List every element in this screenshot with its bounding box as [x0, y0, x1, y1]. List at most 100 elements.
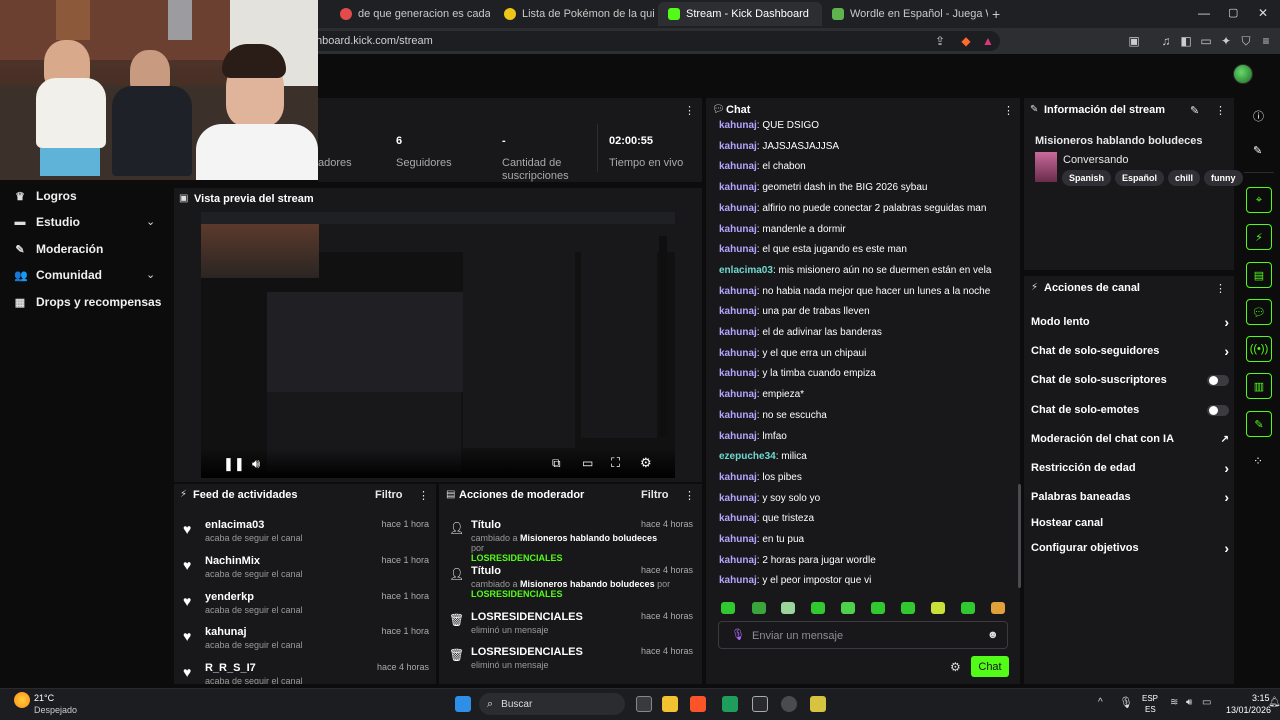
emoji-icon[interactable]: ☻	[987, 629, 999, 641]
category-name[interactable]: Conversando	[1063, 154, 1128, 166]
chat-username[interactable]: kahunaj	[719, 389, 757, 400]
edit-icon[interactable]: ✎	[1253, 144, 1262, 157]
follower-name[interactable]: enlacima03	[205, 519, 264, 531]
fullscreen-icon[interactable]: ⛶	[611, 455, 620, 471]
broadcast-icon[interactable]: ((•))	[1246, 336, 1272, 362]
document-icon[interactable]: ▤	[1246, 262, 1272, 288]
chat-icon[interactable]: 💬︎	[1246, 299, 1272, 325]
layout-icon[interactable]: ▥	[1246, 373, 1272, 399]
chat-username[interactable]: kahunaj	[719, 244, 757, 255]
settings-gear-icon[interactable]: ⚙	[640, 455, 652, 471]
battery-icon[interactable]: ▭	[1202, 697, 1211, 708]
chat-username[interactable]: kahunaj	[719, 493, 757, 504]
browser-tab[interactable]: Wordle en Español - Juega Wordle c	[822, 2, 988, 26]
edit-stream-icon[interactable]: ✎	[1190, 104, 1199, 117]
sidebar-item-drops[interactable]: ▦ Drops y recompensas	[14, 292, 162, 312]
brave-shield-icon[interactable]: ◆	[958, 33, 974, 49]
emote-icon[interactable]	[781, 602, 795, 614]
volume-tray-icon[interactable]: 🔊︎	[1186, 697, 1192, 708]
info-icon[interactable]: ⓘ	[1253, 108, 1264, 124]
reader-mode-icon[interactable]: ▣	[1126, 33, 1142, 49]
sidebar-item-moderacion[interactable]: ✎ Moderación	[14, 239, 103, 259]
chat-settings-icon[interactable]: ⚙	[950, 660, 961, 674]
leo-ai-icon[interactable]: ✦	[1218, 33, 1234, 49]
emote-icon[interactable]	[721, 602, 735, 614]
language-top[interactable]: ESP	[1142, 694, 1158, 703]
actor-name[interactable]: LOSRESIDENCIALES	[471, 553, 563, 563]
app-icon[interactable]	[810, 696, 826, 712]
close-window-icon[interactable]: ✕	[1258, 6, 1268, 20]
chat-username[interactable]: kahunaj	[719, 286, 757, 297]
chat-send-button[interactable]: Chat	[971, 656, 1009, 677]
activity-filter-button[interactable]: Filtro	[375, 489, 403, 501]
tag-badge[interactable]: funny	[1204, 170, 1243, 186]
app-icon[interactable]	[752, 696, 768, 712]
emote-icon[interactable]	[752, 602, 766, 614]
theater-mode-icon[interactable]: ▭	[582, 456, 593, 470]
chat-username[interactable]: kahunaj	[719, 368, 757, 379]
chat-username[interactable]: kahunaj	[719, 472, 757, 483]
sidebar-toggle-icon[interactable]: ◧	[1178, 33, 1194, 49]
mod-action-title[interactable]: LOSRESIDENCIALES	[471, 646, 583, 658]
chat-username[interactable]: kahunaj	[719, 327, 757, 338]
mod-action-title[interactable]: LOSRESIDENCIALES	[471, 611, 583, 623]
taskbar-search[interactable]: ⌕ Buscar	[479, 693, 625, 715]
chat-username[interactable]: kahunaj	[719, 555, 757, 566]
volume-icon[interactable]: 🔊︎	[252, 456, 260, 472]
windows-start-icon[interactable]	[455, 696, 471, 712]
url-field[interactable]: hboard.kick.com/stream	[300, 31, 1000, 51]
weather-icon[interactable]	[14, 692, 30, 708]
stream-info-more-icon[interactable]: ⋮	[1215, 104, 1226, 117]
user-avatar[interactable]	[1233, 64, 1253, 84]
category-thumbnail[interactable]	[1035, 152, 1057, 182]
channel-action-banned-words[interactable]: Palabras baneadas ›	[1031, 488, 1229, 506]
emote-icon[interactable]	[991, 602, 1005, 614]
tray-chevron-icon[interactable]: ^	[1098, 697, 1103, 708]
chat-username[interactable]: kahunaj	[719, 182, 757, 193]
tag-badge[interactable]: chill	[1168, 170, 1201, 186]
chat-username[interactable]: kahunaj	[719, 161, 757, 172]
chat-username[interactable]: kahunaj	[719, 513, 757, 524]
follower-name[interactable]: kahunaj	[205, 626, 247, 638]
app-icon[interactable]	[781, 696, 797, 712]
emote-icon[interactable]	[901, 602, 915, 614]
file-explorer-icon[interactable]	[662, 696, 678, 712]
emotes-only-toggle[interactable]	[1207, 404, 1229, 416]
channel-action-ai-moderation[interactable]: Moderación del chat con IA ↗	[1031, 430, 1229, 448]
media-icon[interactable]: ♫	[1158, 33, 1174, 49]
stream-preview-video[interactable]	[201, 212, 675, 478]
clip-icon[interactable]: ⌖	[1246, 187, 1272, 213]
emote-icon[interactable]	[871, 602, 885, 614]
chat-scrollbar[interactable]	[1018, 484, 1021, 588]
channel-action-host[interactable]: Hostear canal	[1031, 514, 1229, 532]
new-tab-button[interactable]: +	[992, 6, 1000, 22]
chat-username[interactable]: kahunaj	[719, 534, 757, 545]
chat-more-icon[interactable]: ⋮	[1003, 104, 1014, 117]
follower-name[interactable]: yenderkp	[205, 591, 254, 603]
activity-more-icon[interactable]: ⋮	[418, 489, 429, 502]
minimize-window-icon[interactable]: —	[1198, 6, 1210, 20]
channel-action-goals[interactable]: Configurar objetivos ›	[1031, 539, 1229, 557]
menu-icon[interactable]: ≡	[1258, 33, 1274, 49]
tag-badge[interactable]: Español	[1115, 170, 1165, 186]
wrench-icon[interactable]: ✎	[1246, 411, 1272, 437]
channel-action-followers-only[interactable]: Chat de solo-seguidores ›	[1031, 342, 1229, 360]
chevron-down-icon[interactable]: ⌄	[146, 215, 155, 228]
sidebar-item-logros[interactable]: ♛ Logros	[14, 186, 77, 206]
channel-action-slow-mode[interactable]: Modo lento ›	[1031, 313, 1229, 331]
chat-username[interactable]: kahunaj	[719, 306, 757, 317]
actor-name[interactable]: LOSRESIDENCIALES	[471, 589, 563, 599]
wifi-icon[interactable]: ≋	[1170, 697, 1178, 708]
channel-action-age-restriction[interactable]: Restricción de edad ›	[1031, 459, 1229, 477]
follower-name[interactable]: R_R_S_I7	[205, 662, 256, 674]
browser-tab[interactable]: de que generacion es cada evolucion	[330, 2, 490, 26]
app-icon[interactable]	[722, 696, 738, 712]
stats-more-icon[interactable]: ⋮	[684, 104, 695, 117]
emote-icon[interactable]	[841, 602, 855, 614]
emote-icon[interactable]	[811, 602, 825, 614]
vpn-icon[interactable]: ⛉	[1238, 33, 1254, 49]
lightning-icon[interactable]: ⚡︎	[1246, 224, 1272, 250]
emote-icon[interactable]	[961, 602, 975, 614]
chat-username[interactable]: kahunaj	[719, 431, 757, 442]
browser-tab[interactable]: Lista de Pokémon de la quinta gener	[494, 2, 654, 26]
